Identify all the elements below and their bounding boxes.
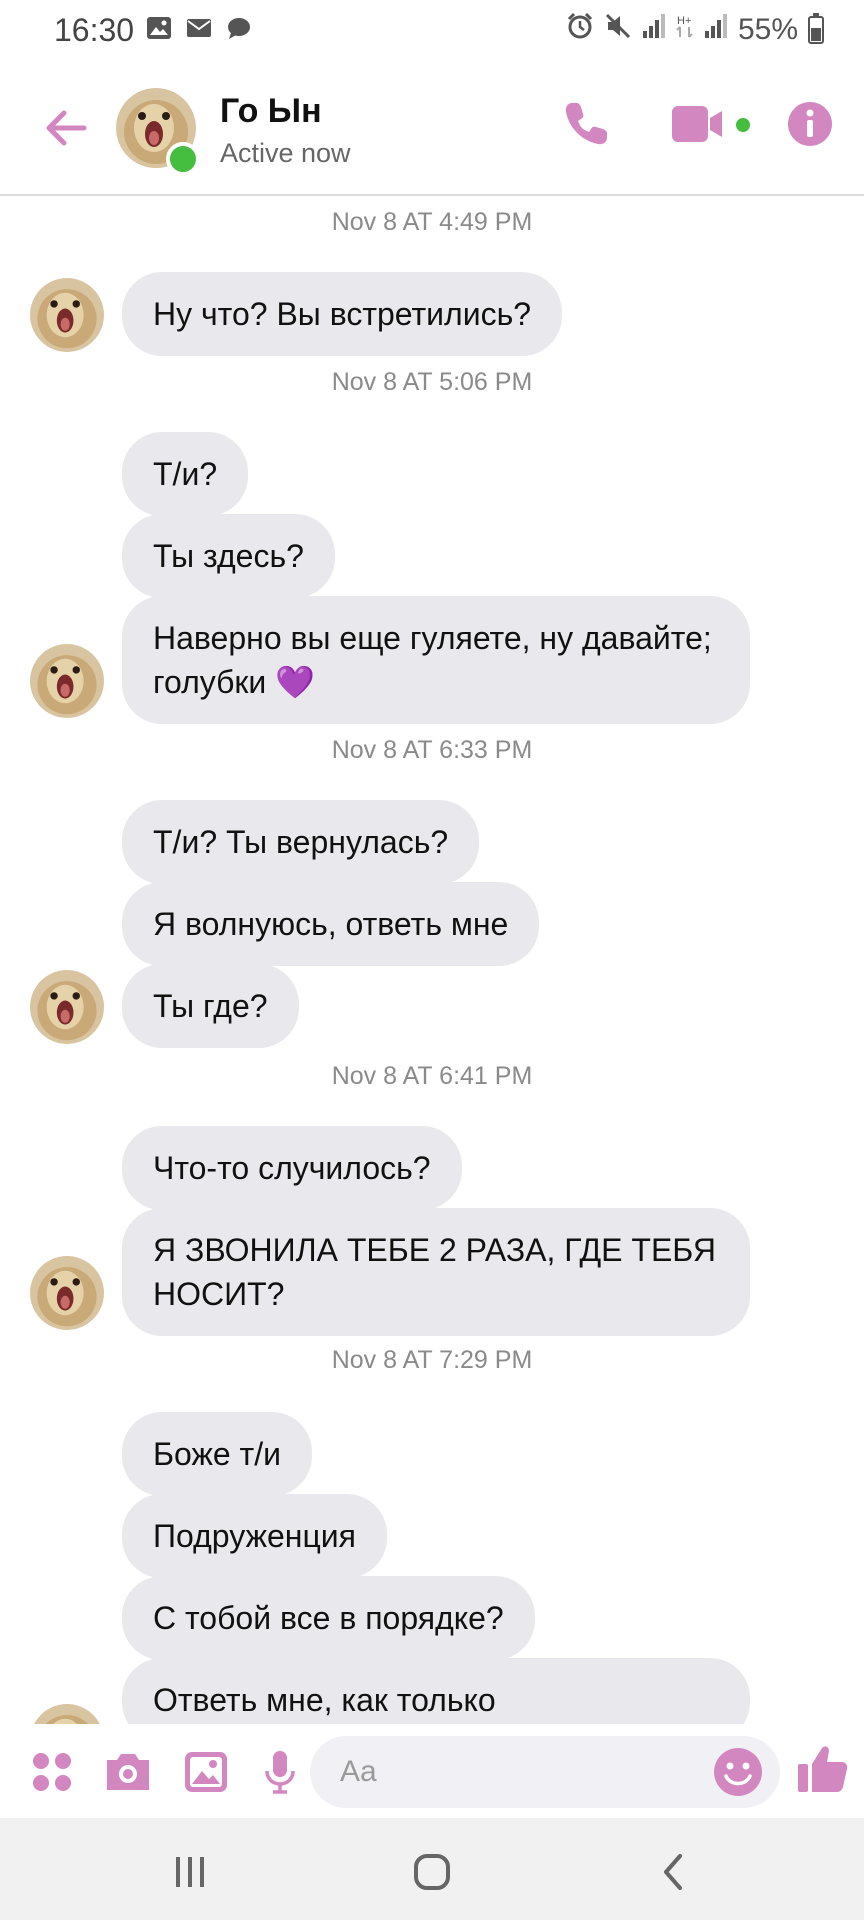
phone-icon xyxy=(565,103,607,145)
avatar-image xyxy=(30,1256,104,1330)
mail-icon xyxy=(186,17,212,44)
message-bubble[interactable]: Я волнуюсь, ответь мне xyxy=(122,882,540,966)
home-button[interactable] xyxy=(410,1850,454,1894)
call-button[interactable] xyxy=(558,96,614,152)
timestamp: Nov 8 AT 5:06 PM xyxy=(331,368,533,396)
apps-icon xyxy=(33,1753,71,1791)
message-bubble[interactable]: Подруженция xyxy=(122,1494,387,1578)
message-bubble[interactable]: С тобой все в порядке? xyxy=(122,1576,535,1660)
battery-icon xyxy=(808,13,824,44)
back-nav-button[interactable] xyxy=(652,1850,696,1894)
timestamp: Nov 8 AT 6:33 PM xyxy=(331,736,533,764)
message-list[interactable]: Nov 8 AT 4:49 PM Ну что? Вы встретились?… xyxy=(0,196,864,1724)
message-bubble[interactable]: Я ЗВОНИЛА ТЕБЕ 2 РАЗА, ГДЕ ТЕБЯ НОСИТ? xyxy=(122,1208,750,1336)
back-icon xyxy=(664,1854,682,1890)
online-indicator xyxy=(166,142,200,176)
message-bubble[interactable]: Что-то случилось? xyxy=(122,1126,462,1210)
emoji-button[interactable] xyxy=(712,1746,764,1798)
apps-button[interactable] xyxy=(26,1746,78,1798)
thumbs-up-icon xyxy=(798,1746,848,1792)
hplus-icon: H+ xyxy=(676,13,694,47)
signal-icon xyxy=(704,13,728,47)
message-input[interactable] xyxy=(310,1736,780,1808)
system-navigation-bar xyxy=(0,1818,864,1920)
sender-avatar[interactable] xyxy=(30,278,104,352)
svg-text:H+: H+ xyxy=(677,15,691,27)
message-bubble[interactable]: Наверно вы еще гуляете, ну давайте; голу… xyxy=(122,596,750,724)
like-button[interactable] xyxy=(796,1742,852,1798)
message-bubble[interactable]: Ты здесь? xyxy=(122,514,335,598)
composer-bar xyxy=(0,1724,864,1818)
info-icon xyxy=(788,102,832,146)
video-call-button[interactable] xyxy=(660,96,750,152)
camera-icon xyxy=(107,1754,149,1790)
camera-button[interactable] xyxy=(102,1746,154,1798)
status-time: 16:30 xyxy=(54,12,135,48)
message-bubble[interactable]: Т/и? xyxy=(122,432,249,516)
timestamp: Nov 8 AT 6:41 PM xyxy=(331,1062,533,1090)
recent-apps-button[interactable] xyxy=(168,1850,212,1894)
contact-status: Active now xyxy=(220,138,351,168)
avatar-image xyxy=(30,970,104,1044)
gallery-icon xyxy=(185,1752,227,1792)
microphone-icon xyxy=(265,1751,295,1794)
chat-icon xyxy=(226,16,252,45)
sender-avatar[interactable] xyxy=(30,644,104,718)
microphone-button[interactable] xyxy=(254,1746,306,1798)
message-bubble[interactable]: Боже т/и xyxy=(122,1412,312,1496)
home-icon xyxy=(414,1854,450,1890)
message-bubble[interactable]: Ответь мне, как только xyxy=(122,1658,750,1724)
back-button[interactable] xyxy=(40,102,92,154)
avatar-image xyxy=(30,1704,104,1724)
timestamp: Nov 8 AT 4:49 PM xyxy=(331,208,533,236)
recent-apps-icon xyxy=(176,1857,204,1887)
arrow-left-icon xyxy=(46,110,87,146)
message-bubble[interactable]: Ты где? xyxy=(122,964,299,1048)
image-icon xyxy=(146,16,172,45)
signal-icon xyxy=(642,13,666,47)
gallery-button[interactable] xyxy=(180,1746,232,1798)
sender-avatar[interactable] xyxy=(30,970,104,1044)
info-button[interactable] xyxy=(782,96,838,152)
sender-avatar[interactable] xyxy=(30,1704,104,1724)
alarm-icon xyxy=(566,12,594,48)
emoji-icon xyxy=(714,1748,762,1796)
message-bubble[interactable]: Ну что? Вы встретились? xyxy=(122,272,563,356)
avatar-image xyxy=(30,278,104,352)
timestamp: Nov 8 AT 7:29 PM xyxy=(331,1346,533,1374)
battery-percent: 55% xyxy=(737,13,798,46)
video-active-indicator xyxy=(736,118,750,132)
status-bar: 16:30 H+ 55% xyxy=(0,0,864,62)
video-camera-icon xyxy=(672,106,722,142)
message-bubble[interactable]: Т/и? Ты вернулась? xyxy=(122,800,480,884)
contact-name[interactable]: Го Ын xyxy=(220,92,322,131)
mute-icon xyxy=(604,12,632,48)
chat-header: Го Ын Active now xyxy=(0,62,864,196)
sender-avatar[interactable] xyxy=(30,1256,104,1330)
avatar-image xyxy=(30,644,104,718)
